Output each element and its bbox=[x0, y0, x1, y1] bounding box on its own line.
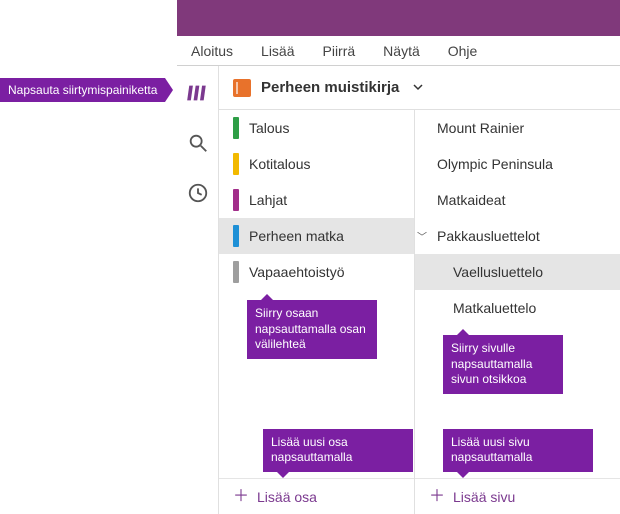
section-item[interactable]: Vapaaehtoistyö bbox=[219, 254, 414, 290]
menu-help[interactable]: Ohje bbox=[448, 43, 478, 59]
add-section-button[interactable]: ＋ Lisää osa bbox=[219, 478, 414, 514]
notebook-header[interactable]: Perheen muistikirja bbox=[219, 66, 620, 110]
notebook-icon bbox=[233, 79, 251, 97]
callout-page-tip: Siirry sivulle napsauttamalla sivun otsi… bbox=[443, 335, 563, 394]
callout-nav-button: Napsauta siirtymispainiketta bbox=[0, 78, 165, 102]
page-item[interactable]: Matkaideat bbox=[415, 182, 620, 218]
sidebar bbox=[177, 66, 219, 514]
notebook-title: Perheen muistikirja bbox=[261, 79, 399, 96]
page-label: Mount Rainier bbox=[437, 120, 524, 136]
navigation-icon[interactable] bbox=[187, 82, 209, 104]
callout-add-page: Lisää uusi sivu napsauttamalla bbox=[443, 429, 593, 472]
chevron-down-icon[interactable]: ﹀ bbox=[417, 229, 427, 244]
callout-add-page-text: Lisää uusi sivu napsauttamalla bbox=[451, 435, 532, 465]
callout-nav-button-text: Napsauta siirtymispainiketta bbox=[8, 83, 157, 97]
section-item[interactable]: Perheen matka bbox=[219, 218, 414, 254]
section-color-tab bbox=[233, 189, 239, 211]
section-label: Vapaaehtoistyö bbox=[249, 264, 344, 280]
add-page-button[interactable]: ＋ Lisää sivu bbox=[415, 478, 620, 514]
page-label: Matkaideat bbox=[437, 192, 505, 208]
section-label: Lahjat bbox=[249, 192, 287, 208]
section-color-tab bbox=[233, 261, 239, 283]
page-label: Olympic Peninsula bbox=[437, 156, 553, 172]
navigation-panes: Talous Kotitalous Lahjat Perheen matka V… bbox=[219, 110, 620, 514]
section-label: Perheen matka bbox=[249, 228, 344, 244]
page-label: Vaellusluettelo bbox=[453, 264, 543, 280]
section-label: Kotitalous bbox=[249, 156, 310, 172]
section-color-tab bbox=[233, 153, 239, 175]
add-page-label: Lisää sivu bbox=[453, 489, 515, 505]
plus-icon: ＋ bbox=[233, 489, 249, 505]
menu-bar: Aloitus Lisää Piirrä Näytä Ohje bbox=[177, 36, 620, 66]
page-item[interactable]: Olympic Peninsula bbox=[415, 146, 620, 182]
section-item[interactable]: Lahjat bbox=[219, 182, 414, 218]
callout-section-tip: Siirry osaan napsauttamalla osan välileh… bbox=[247, 300, 377, 359]
section-color-tab bbox=[233, 225, 239, 247]
callout-add-section: Lisää uusi osa napsauttamalla bbox=[263, 429, 413, 472]
page-item[interactable]: Mount Rainier bbox=[415, 110, 620, 146]
section-label: Talous bbox=[249, 120, 289, 136]
page-item[interactable]: Matkaluettelo bbox=[415, 290, 620, 326]
menu-view[interactable]: Näytä bbox=[383, 43, 420, 59]
section-item[interactable]: Kotitalous bbox=[219, 146, 414, 182]
search-icon[interactable] bbox=[187, 132, 209, 154]
menu-insert[interactable]: Lisää bbox=[261, 43, 294, 59]
page-item[interactable]: Vaellusluettelo bbox=[415, 254, 620, 290]
section-color-tab bbox=[233, 117, 239, 139]
page-item[interactable]: ﹀ Pakkausluettelot bbox=[415, 218, 620, 254]
callout-section-tip-text: Siirry osaan napsauttamalla osan välileh… bbox=[255, 306, 366, 351]
pages-pane: Mount Rainier Olympic Peninsula Matkaide… bbox=[415, 110, 620, 514]
callout-page-tip-text: Siirry sivulle napsauttamalla sivun otsi… bbox=[451, 341, 532, 386]
page-label: Matkaluettelo bbox=[453, 300, 536, 316]
plus-icon: ＋ bbox=[429, 489, 445, 505]
recent-icon[interactable] bbox=[187, 182, 209, 204]
callout-add-section-text: Lisää uusi osa napsauttamalla bbox=[271, 435, 352, 465]
menu-home[interactable]: Aloitus bbox=[191, 43, 233, 59]
sections-pane: Talous Kotitalous Lahjat Perheen matka V… bbox=[219, 110, 415, 514]
page-label: Pakkausluettelot bbox=[437, 228, 540, 244]
section-item[interactable]: Talous bbox=[219, 110, 414, 146]
chevron-down-icon bbox=[413, 79, 423, 96]
title-bar bbox=[177, 0, 620, 36]
add-section-label: Lisää osa bbox=[257, 489, 317, 505]
menu-draw[interactable]: Piirrä bbox=[323, 43, 356, 59]
